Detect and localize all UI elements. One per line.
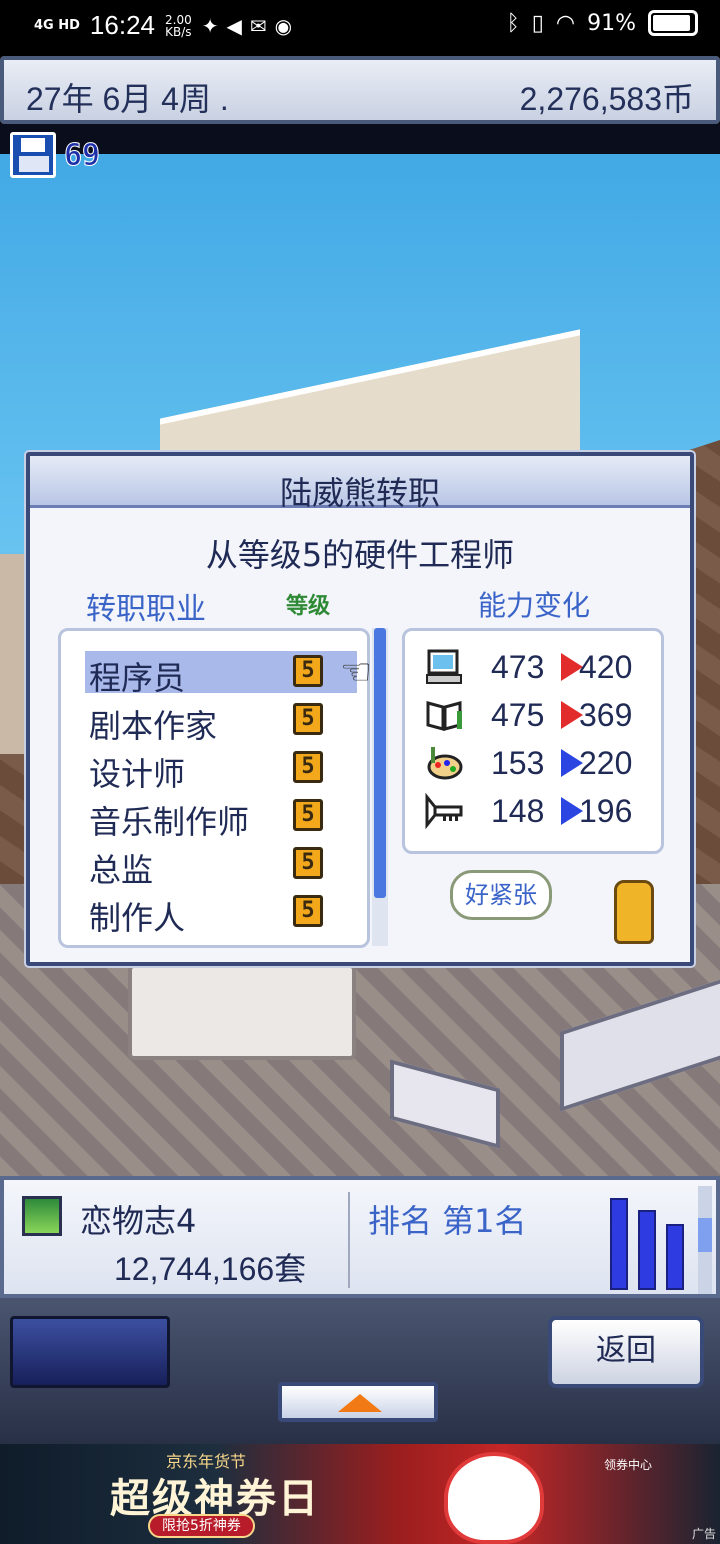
- sales-bar-3: [666, 1224, 684, 1290]
- pointing-hand-icon: ☜: [340, 652, 373, 693]
- trumpet-icon: [425, 793, 463, 829]
- ability-row-sound: 148 196: [425, 791, 655, 837]
- level-badge: 5: [293, 751, 323, 783]
- control-bar: 返回: [0, 1298, 720, 1444]
- status-time: 16:24: [89, 10, 155, 40]
- computer-icon: [426, 649, 462, 684]
- top-info-bar: 27年 6月 4周 . 2,276,583币: [0, 56, 720, 124]
- scene-top-strip: [0, 124, 720, 154]
- job-option-programmer[interactable]: 程序员 5: [85, 651, 357, 697]
- sales-scrollbar-thumb[interactable]: [698, 1218, 712, 1252]
- level-badge: 5: [293, 895, 323, 927]
- sales-bar-1: [610, 1198, 628, 1290]
- up-arrow-icon: [338, 1394, 382, 1412]
- desk: [128, 964, 356, 1060]
- ability-column-label: 能力变化: [478, 589, 591, 622]
- dialog-title: 陆威熊转职: [279, 474, 440, 512]
- sync-icon: ◉: [274, 13, 293, 38]
- speech-bubble: 好紧张: [450, 870, 552, 920]
- network-indicator: 4G HD: [34, 18, 80, 33]
- sales-scrollbar[interactable]: [698, 1186, 712, 1294]
- ad-label: 广告: [691, 1527, 716, 1541]
- ability-change-panel: 473 420 475 369 153 220 148 196: [402, 628, 664, 854]
- mute-icon: ◀: [226, 13, 242, 38]
- ad-right-text: 领券中心: [604, 1458, 653, 1472]
- signal-icon: ✦: [201, 13, 219, 38]
- floppy-disk-icon: [10, 132, 56, 178]
- game-sales-units: 12,744,166套: [114, 1251, 307, 1287]
- bear-character-icon: [614, 880, 654, 944]
- palette-icon: [427, 747, 463, 780]
- ability-row-graphics: 153 220: [425, 743, 655, 789]
- game-thumbnail-icon: [22, 1196, 62, 1236]
- sales-rank: 排名 第1名: [368, 1202, 527, 1240]
- level-badge: 5: [293, 655, 323, 687]
- menu-button[interactable]: [10, 1316, 170, 1388]
- ad-banner[interactable]: 京东年货节 超级神券日 限抢5折神券 领券中心 广告: [0, 1444, 720, 1544]
- job-change-dialog: 陆威熊转职 从等级5的硬件工程师 转职职业 等级 能力变化 程序员 5 剧本作家…: [26, 452, 694, 966]
- expand-up-button[interactable]: [278, 1382, 438, 1422]
- job-option-scenario-writer[interactable]: 剧本作家 5: [85, 699, 357, 745]
- battery-icon: [648, 10, 698, 36]
- sales-info-bar[interactable]: 恋物志4 12,744,166套 排名 第1名: [0, 1176, 720, 1298]
- book-icon: [426, 701, 462, 731]
- job-option-designer[interactable]: 设计师 5: [85, 747, 357, 793]
- job-column-label: 转职职业: [86, 592, 206, 627]
- dialog-title-bar: 陆威熊转职: [30, 456, 690, 512]
- level-badge: 5: [293, 703, 323, 735]
- scrollbar-thumb[interactable]: [374, 628, 386, 898]
- sales-mini-chart: [606, 1190, 692, 1290]
- level-column-label: 等级: [286, 594, 331, 619]
- game-date: 27年 6月 4周 .: [26, 81, 229, 117]
- job-option-sound-producer[interactable]: 音乐制作师 5: [85, 795, 357, 841]
- ability-row-programming: 473 420: [425, 647, 655, 693]
- job-list-scrollbar[interactable]: [372, 628, 388, 946]
- vibrate-icon: ▯: [531, 10, 544, 36]
- sales-bar-2: [638, 1210, 656, 1290]
- wifi-icon: ◠: [555, 10, 576, 36]
- job-option-producer[interactable]: 制作人 5: [85, 891, 357, 937]
- level-badge: 5: [293, 847, 323, 879]
- ad-pill: 限抢5折神券: [148, 1514, 255, 1538]
- divider: [348, 1192, 350, 1288]
- mail-icon: ✉: [249, 13, 267, 38]
- save-count: 69: [63, 137, 101, 173]
- bluetooth-icon: ᛒ: [506, 10, 520, 36]
- battery-percent: 91%: [587, 10, 636, 36]
- ad-mascot-icon: [444, 1452, 544, 1544]
- back-button[interactable]: 返回: [548, 1316, 704, 1388]
- status-bar: 4G HD 16:24 2.00 KB/s ✦ ◀ ✉ ◉ ᛒ ▯ ◠ 91%: [0, 0, 720, 56]
- save-button[interactable]: 69: [10, 132, 101, 178]
- job-option-director[interactable]: 总监 5: [85, 843, 357, 889]
- network-speed: 2.00 KB/s: [165, 12, 192, 39]
- job-list: 程序员 5 剧本作家 5 设计师 5 音乐制作师 5 总监 5 制作人 5: [58, 628, 370, 948]
- ability-row-scenario: 475 369: [425, 695, 655, 741]
- money-display: 2,276,583币: [519, 81, 694, 117]
- game-title: 恋物志4: [80, 1202, 197, 1240]
- level-badge: 5: [293, 799, 323, 831]
- dialog-subtitle: 从等级5的硬件工程师: [205, 536, 515, 574]
